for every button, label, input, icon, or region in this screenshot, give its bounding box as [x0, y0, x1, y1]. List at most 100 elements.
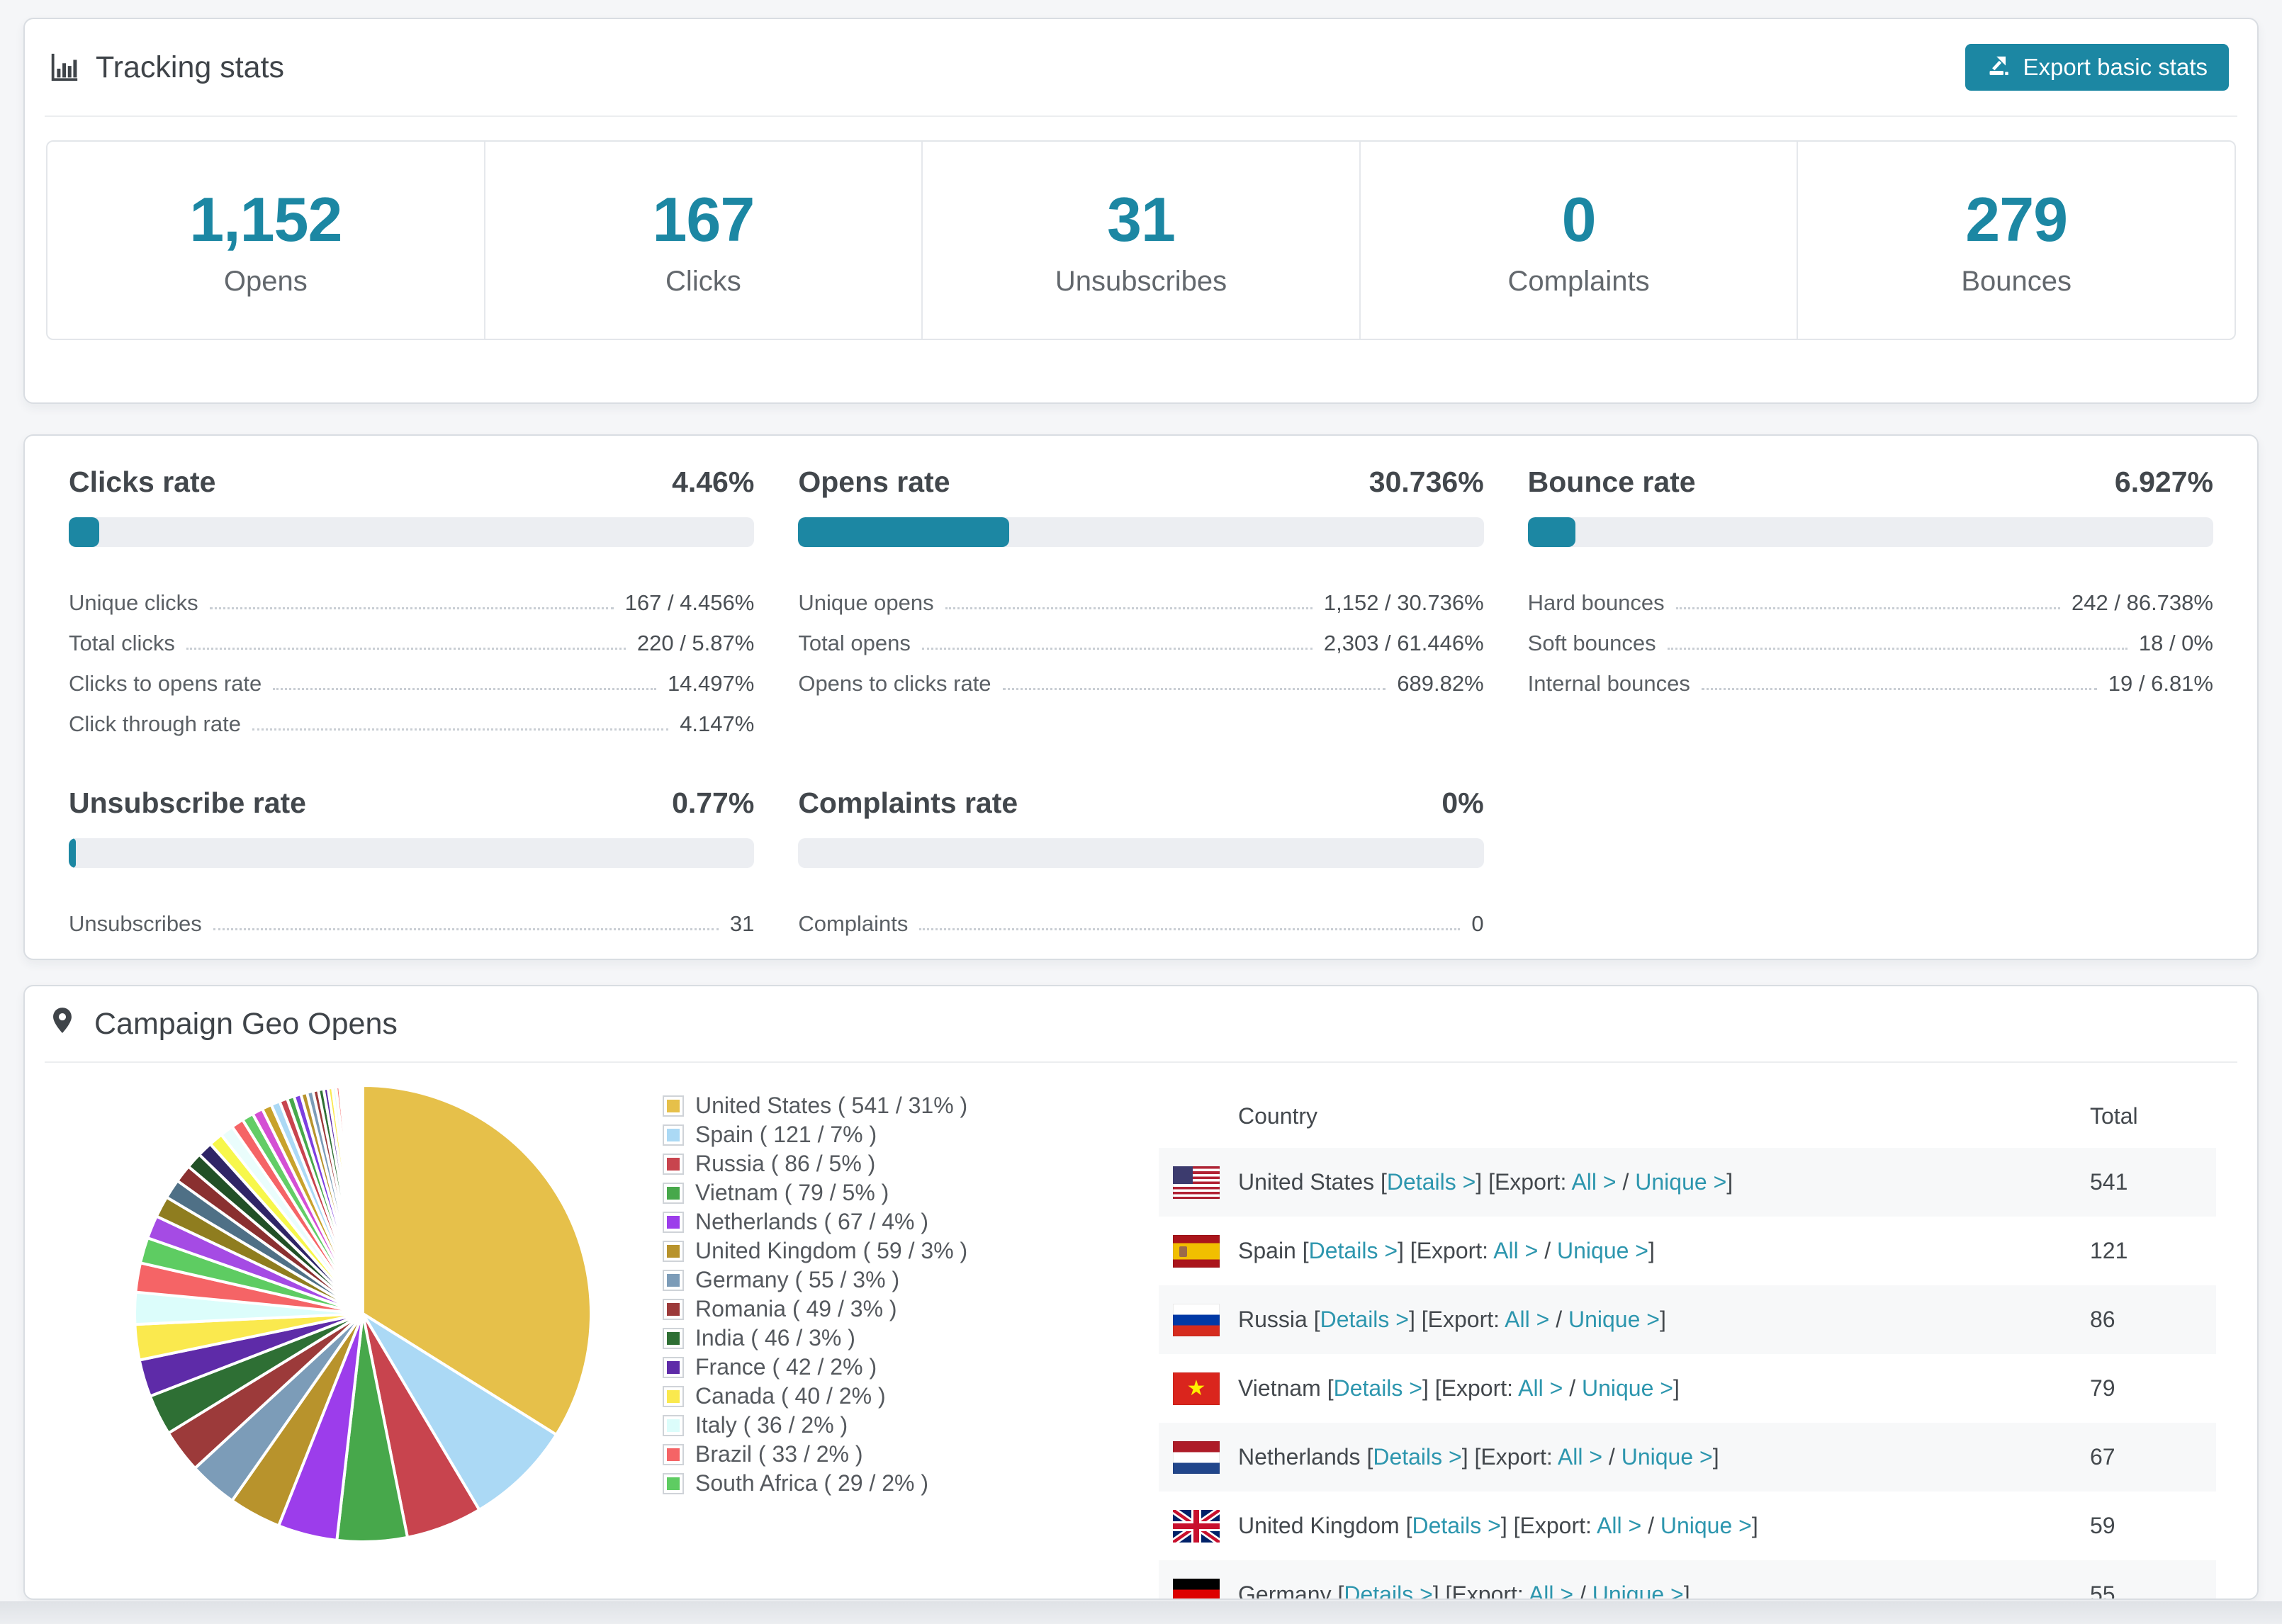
details-link[interactable]: Details > [1334, 1375, 1422, 1401]
details-link[interactable]: Details > [1344, 1581, 1432, 1598]
dotted-leader [1701, 688, 2097, 690]
legend-swatch [663, 1269, 684, 1291]
rate-panel-head: Bounce rate 6.927% [1528, 466, 2213, 499]
nl-flag-icon [1173, 1440, 1220, 1474]
stat-unsubscribes: 31 Unsubscribes [923, 142, 1361, 339]
dotted-leader [209, 607, 614, 609]
dotted-leader [921, 648, 1313, 650]
legend-label: Canada ( 40 / 2% ) [695, 1383, 886, 1409]
details-link[interactable]: Details > [1320, 1307, 1409, 1332]
legend-item: Italy ( 36 / 2% ) [663, 1411, 967, 1440]
detail-value: 242 / 86.738% [2072, 590, 2213, 615]
stat-value: 31 [1107, 184, 1176, 254]
legend-swatch [663, 1095, 684, 1117]
rate-progress-track [69, 517, 755, 547]
export-unique-link[interactable]: Unique > [1635, 1169, 1726, 1195]
stat-value: 1,152 [189, 184, 342, 254]
rate-progress-track [798, 838, 1484, 868]
rate-panel-bounce-rate: Bounce rate 6.927% Hard bounces 242 / 86… [1527, 466, 2213, 737]
country-name: Spain [1238, 1238, 1296, 1263]
rate-panel-opens-rate: Opens rate 30.736% Unique opens 1,152 / … [798, 466, 1484, 737]
detail-label: Unsubscribes [69, 911, 202, 936]
export-all-link[interactable]: All > [1493, 1238, 1538, 1263]
detail-value: 4.147% [680, 711, 755, 736]
geo-header: Campaign Geo Opens [25, 986, 2257, 1061]
stat-value: 279 [1965, 184, 2068, 254]
export-unique-link[interactable]: Unique > [1621, 1444, 1713, 1470]
dotted-leader [1002, 688, 1386, 690]
tracking-stats-card: Tracking stats Export basic stats 1,152 … [23, 18, 2259, 404]
stat-value: 0 [1561, 184, 1597, 254]
export-basic-stats-button[interactable]: Export basic stats [1965, 44, 2229, 91]
dotted-leader [252, 728, 669, 731]
rate-progress-track [1527, 517, 2213, 547]
dotted-leader [1667, 648, 2128, 650]
export-all-link[interactable]: All > [1518, 1375, 1563, 1401]
export-unique-link[interactable]: Unique > [1582, 1375, 1673, 1401]
export-all-link[interactable]: All > [1505, 1307, 1549, 1332]
rate-detail-rows: Complaints 0 [798, 896, 1483, 937]
detail-label: Internal bounces [1527, 671, 1690, 696]
export-unique-link[interactable]: Unique > [1660, 1513, 1752, 1538]
details-link[interactable]: Details > [1309, 1238, 1398, 1263]
export-all-link[interactable]: All > [1597, 1513, 1641, 1538]
country-cell: Netherlands [Details >] [Export: All > /… [1238, 1444, 1719, 1470]
legend-swatch [663, 1356, 684, 1378]
export-unique-link[interactable]: Unique > [1592, 1581, 1684, 1598]
dotted-leader [213, 928, 719, 930]
country-total: 541 [2090, 1169, 2128, 1195]
stat-value: 167 [652, 184, 755, 254]
legend-item: Canada ( 40 / 2% ) [663, 1382, 967, 1411]
legend-label: Russia ( 86 / 5% ) [695, 1151, 876, 1176]
legend-item: South Africa ( 29 / 2% ) [663, 1469, 967, 1498]
map-pin-icon [47, 1005, 77, 1043]
dotted-leader [1675, 607, 2061, 609]
ru-flag-icon [1173, 1303, 1220, 1336]
export-all-link[interactable]: All > [1558, 1444, 1602, 1470]
rate-progress-track [69, 838, 755, 868]
country-total: 86 [2090, 1307, 2115, 1332]
page-title: Tracking stats [96, 50, 285, 84]
detail-label: Opens to clicks rate [798, 671, 991, 696]
country-cell: Spain [Details >] [Export: All > / Uniqu… [1238, 1238, 1655, 1263]
details-link[interactable]: Details > [1412, 1513, 1500, 1538]
detail-row: Soft bounces 18 / 0% [1528, 616, 2213, 656]
export-all-link[interactable]: All > [1571, 1169, 1616, 1195]
country-total: 55 [2090, 1581, 2115, 1600]
geo-table-row: ★ Vietnam [Details >] [Export: All > / U… [1159, 1354, 2216, 1423]
geo-table-row: Russia [Details >] [Export: All > / Uniq… [1159, 1285, 2216, 1354]
country-total: 79 [2090, 1375, 2115, 1401]
detail-row: Unsubscribes 31 [69, 896, 754, 937]
legend-item: Vietnam ( 79 / 5% ) [663, 1178, 967, 1207]
detail-label: Hard bounces [1527, 590, 1665, 615]
bar-chart-icon [47, 51, 80, 84]
details-link[interactable]: Details > [1373, 1444, 1461, 1470]
stat-label: Clicks [665, 265, 741, 297]
tracking-stats-header: Tracking stats Export basic stats [25, 19, 2257, 115]
country-column-header: Country [1238, 1103, 1318, 1129]
export-all-link[interactable]: All > [1529, 1581, 1573, 1598]
detail-value: 220 / 5.87% [636, 631, 755, 655]
rate-progress-fill [798, 517, 1009, 547]
rate-title: Clicks rate [69, 466, 216, 498]
country-cell: Russia [Details >] [Export: All > / Uniq… [1238, 1307, 1666, 1332]
export-icon [1986, 52, 2012, 83]
geo-content: United States ( 541 / 31% ) Spain ( 121 … [25, 1063, 2257, 1600]
country-name: United Kingdom [1238, 1513, 1400, 1538]
legend-item: United States ( 541 / 31% ) [663, 1091, 967, 1120]
country-total: 121 [2090, 1238, 2128, 1263]
legend-swatch [663, 1182, 684, 1204]
export-unique-link[interactable]: Unique > [1568, 1307, 1660, 1332]
stat-bounces: 279 Bounces [1798, 142, 2235, 339]
rate-value: 6.927% [2114, 466, 2213, 498]
export-unique-link[interactable]: Unique > [1557, 1238, 1648, 1263]
details-link[interactable]: Details > [1387, 1169, 1476, 1195]
detail-row: Complaints 0 [798, 896, 1483, 937]
export-button-label: Export basic stats [2023, 54, 2208, 80]
detail-label: Complaints [798, 911, 909, 936]
legend-item: United Kingdom ( 59 / 3% ) [663, 1236, 967, 1265]
pie-slice [360, 1083, 364, 1315]
country-name: United States [1238, 1169, 1375, 1195]
country-total: 59 [2090, 1513, 2115, 1538]
detail-label: Unique clicks [69, 590, 198, 615]
